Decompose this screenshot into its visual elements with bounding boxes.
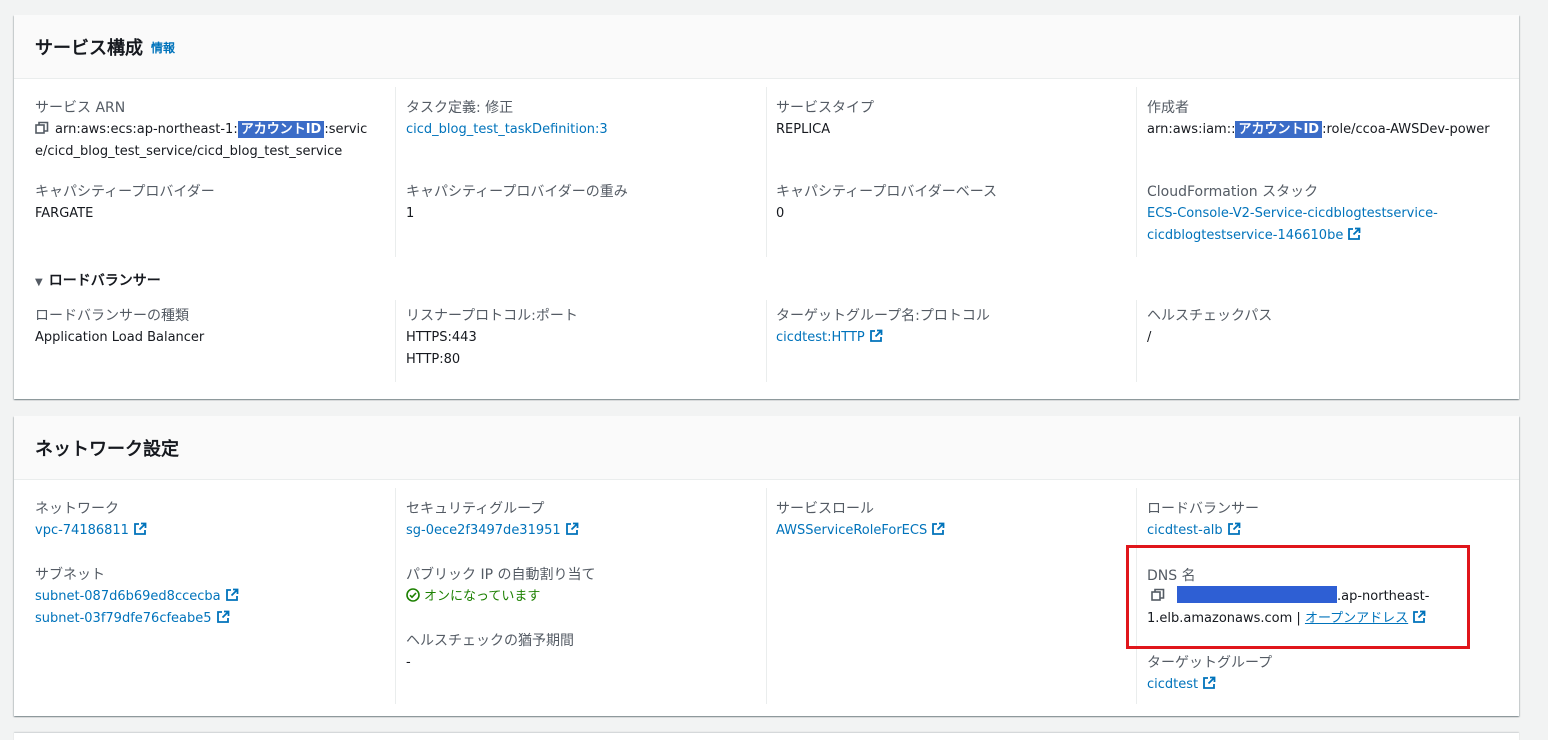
lb-type-value: Application Load Balancer [35, 330, 205, 345]
subnet-label: サブネット [35, 567, 105, 583]
listener-http: HTTP:80 [406, 352, 461, 367]
caret-down-icon: ▼ [35, 277, 43, 288]
external-link-icon [565, 522, 579, 535]
target-group-link[interactable]: cicdtest [1147, 674, 1216, 696]
cloudformation-link[interactable]: ECS-Console-V2-Service-cicdblogtestservi… [1147, 203, 1438, 247]
network-panel: ネットワーク設定 ネットワーク vpc-74186811 サブネット subne… [14, 416, 1519, 716]
service-role-value: AWSServiceRoleForECS [776, 523, 928, 538]
divider [395, 87, 396, 257]
divider [395, 488, 396, 704]
load-balancer-link[interactable]: cicdtest-alb [1147, 520, 1241, 542]
divider [766, 87, 767, 257]
service-config-panel: サービス構成 情報 サービス ARN arn:aws:ecs:ap-northe… [14, 15, 1519, 399]
network-title: ネットワーク設定 [35, 439, 179, 460]
copy-icon[interactable] [35, 121, 49, 135]
service-arn-label: サービス ARN [35, 100, 126, 116]
security-group-link[interactable]: sg-0ece2f3497de31951 [406, 520, 579, 542]
capacity-provider-label: キャパシティープロバイダー [35, 184, 215, 200]
load-balancer-label: ロードバランサー [1147, 501, 1259, 517]
cloudformation-line2: cicdblogtestservice-146610be [1147, 228, 1344, 243]
external-link-icon [1227, 522, 1241, 535]
grace-period-label: ヘルスチェックの猶予期間 [406, 633, 574, 649]
divider [766, 300, 767, 382]
listener-values: HTTPS:443 HTTP:80 [406, 327, 477, 371]
capacity-weight-label: キャパシティープロバイダーの重み [406, 184, 628, 200]
service-config-header: サービス構成 情報 [14, 15, 1519, 79]
target-group-proto-label: ターゲットグループ名:プロトコル [776, 308, 990, 324]
vpc-link[interactable]: vpc-74186811 [35, 520, 147, 542]
health-path-value: / [1147, 330, 1152, 345]
network-header: ネットワーク設定 [14, 416, 1519, 480]
security-group-label: セキュリティグループ [406, 501, 545, 517]
subnet-2[interactable]: subnet-03f79dfe76cfeabe5 [35, 611, 212, 626]
service-type-label: サービスタイプ [776, 100, 874, 116]
external-link-icon [1348, 227, 1361, 240]
service-arn-line2: e/cicd_blog_test_service/cicd_blog_test_… [35, 144, 343, 159]
account-id-mask: アカウントID [1235, 121, 1323, 138]
capacity-provider-value: FARGATE [35, 206, 94, 221]
public-ip-value: オンになっています [424, 589, 541, 604]
divider [1136, 300, 1137, 382]
check-circle-icon [406, 588, 420, 602]
external-link-icon [869, 329, 883, 342]
creator-label: 作成者 [1147, 100, 1189, 116]
public-ip-status: オンになっています [406, 586, 540, 608]
target-group-label: ターゲットグループ [1147, 655, 1273, 671]
subnet-link[interactable]: subnet-087d6b69ed8ccecba subnet-03f79dfe… [35, 586, 239, 630]
load-balancer-section-title: ロードバランサー [48, 273, 161, 289]
service-role-label: サービスロール [776, 501, 874, 517]
target-group-proto-link[interactable]: cicdtest:HTTP [776, 327, 883, 349]
target-group-value: cicdtest [1147, 677, 1199, 692]
creator-value: arn:aws:iam:: アカウントID:role/ccoa-AWSDev-po… [1147, 119, 1490, 141]
security-group-value: sg-0ece2f3497de31951 [406, 523, 561, 538]
load-balancer-value: cicdtest-alb [1147, 523, 1223, 538]
cloudformation-line1: ECS-Console-V2-Service-cicdblogtestservi… [1147, 206, 1438, 221]
service-arn-value: arn:aws:ecs:ap-northeast-1: アカウントID:servi… [35, 119, 385, 163]
listener-https: HTTPS:443 [406, 330, 477, 345]
creator-suffix: :role/ccoa-AWSDev-power [1322, 122, 1490, 137]
service-arn-suffix: :servic [324, 122, 368, 137]
capacity-base-label: キャパシティープロバイダーベース [776, 184, 998, 200]
capacity-weight-value: 1 [406, 206, 415, 221]
listener-label: リスナープロトコル:ポート [406, 308, 578, 324]
lb-type-label: ロードバランサーの種類 [35, 308, 189, 324]
divider [395, 300, 396, 382]
info-link[interactable]: 情報 [151, 39, 175, 56]
capacity-base-value: 0 [776, 206, 785, 221]
network-label: ネットワーク [35, 501, 119, 517]
external-link-icon [134, 522, 147, 535]
next-panel-edge [14, 733, 1519, 740]
account-id-mask: アカウントID [237, 121, 325, 138]
service-type-value: REPLICA [776, 122, 831, 137]
health-path-label: ヘルスチェックパス [1147, 308, 1273, 324]
divider [1136, 87, 1137, 257]
service-role-link[interactable]: AWSServiceRoleForECS [776, 520, 945, 542]
grace-period-value: - [406, 655, 411, 670]
external-link-icon [932, 522, 945, 535]
cloudformation-label: CloudFormation スタック [1147, 184, 1319, 200]
vpc-value: vpc-74186811 [35, 523, 129, 538]
service-arn-prefix: arn:aws:ecs:ap-northeast-1: [55, 122, 238, 137]
external-link-icon [216, 610, 229, 623]
task-definition-link[interactable]: cicd_blog_test_taskDefinition:3 [406, 119, 608, 141]
creator-prefix: arn:aws:iam:: [1147, 122, 1236, 137]
service-config-title: サービス構成 [35, 38, 143, 59]
subnet-1[interactable]: subnet-087d6b69ed8ccecba [35, 589, 221, 604]
load-balancer-toggle[interactable]: ▼ ロードバランサー [35, 270, 161, 290]
external-link-icon [225, 588, 239, 601]
target-group-proto-value: cicdtest:HTTP [776, 330, 865, 345]
dns-highlight-box [1126, 545, 1470, 649]
public-ip-label: パブリック IP の自動割り当て [406, 567, 596, 583]
task-definition-label: タスク定義: 修正 [406, 100, 514, 116]
divider [766, 488, 767, 704]
external-link-icon [1203, 676, 1216, 689]
